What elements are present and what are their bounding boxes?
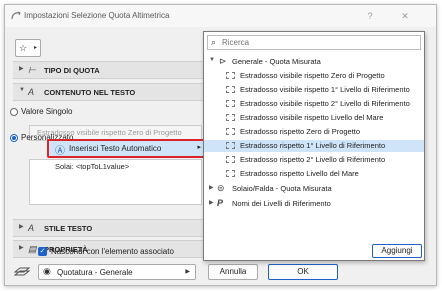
window-title: Impostazioni Selezione Quota Altimetrica (24, 11, 170, 20)
tree-item-label: Estradosso rispetto 2° Livello di Riferi… (240, 155, 386, 164)
tree-item-label: Estradosso visibile rispetto Livello del… (240, 113, 384, 122)
text-content-icon: A (28, 87, 35, 97)
tree-item-label: Estradosso visibile rispetto 2° Livello … (240, 99, 410, 108)
chevron-right-icon: ▶ (209, 185, 214, 191)
tree-item-4[interactable]: Estradosso rispetto Zero di Progetto (204, 126, 424, 138)
text-field-icon (226, 170, 235, 177)
chevron-right-icon: ▶ (19, 224, 24, 230)
tree-item-label: Estradosso rispetto 1° Livello di Riferi… (240, 141, 386, 150)
slab-icon: ⊜ (217, 183, 225, 193)
story-name-icon: P (217, 198, 224, 208)
close-button[interactable]: ✕ (397, 9, 413, 23)
title-bar: Impostazioni Selezione Quota Altimetrica… (5, 5, 436, 27)
chevron-right-icon: ▶ (209, 200, 214, 206)
layer-dropdown[interactable]: ◉ Quotatura - Generale ▶ (38, 264, 196, 280)
tree-item-3[interactable]: Estradosso visibile rispetto Livello del… (204, 112, 424, 124)
layer-icon (14, 267, 30, 276)
tree-group-label: Generale - Quota Misurata (232, 57, 321, 66)
radio-label-valore-singolo: Valore Singolo (21, 107, 73, 116)
tree-item-2[interactable]: Estradosso visibile rispetto 2° Livello … (204, 98, 424, 110)
add-button[interactable]: Aggiungi (372, 244, 422, 258)
auto-text-icon: Ⓐ (55, 146, 65, 157)
tree-item-label: Estradosso rispetto Zero di Progetto (240, 127, 361, 136)
section-tipo-di-quota[interactable]: ▶ ⊢ TIPO DI QUOTA (13, 61, 205, 79)
insert-auto-text-button[interactable]: Ⓐ Inserisci Testo Automatico ▸ (47, 139, 209, 158)
star-icon: ☆ (19, 43, 28, 53)
search-icon: ⌕ (211, 37, 217, 47)
search-input[interactable] (222, 37, 412, 48)
text-field-icon (226, 128, 235, 135)
eye-icon: ◉ (43, 266, 51, 276)
chevron-right-icon: ▸ (197, 144, 201, 151)
auto-text-popup: ⌕ ▼ ⊳ Generale - Quota Misurata Estrados… (203, 31, 425, 261)
tree-item-1[interactable]: Estradosso visibile rispetto 1° Livello … (204, 84, 424, 96)
hide-with-element-checkbox[interactable]: ✓ (38, 247, 47, 256)
hide-with-element-label: Nascondi con l'elemento associato (51, 247, 174, 256)
tree-item-label: Estradosso visibile rispetto Zero di Pro… (240, 71, 385, 80)
section-label: STILE TESTO (44, 224, 93, 233)
section-stile-testo[interactable]: ▶ A STILE TESTO (13, 219, 205, 237)
section-label: CONTENUTO NEL TESTO (44, 88, 136, 97)
text-field-icon (226, 142, 235, 149)
section-label: TIPO DI QUOTA (44, 66, 100, 75)
chevron-down-icon: ▼ (209, 57, 215, 63)
tree-item-label: Estradosso rispetto Livello del Mare (240, 169, 359, 178)
help-button[interactable]: ? (362, 9, 378, 23)
text-field-icon (226, 72, 235, 79)
ok-button[interactable]: OK (268, 264, 338, 280)
tree-item-0[interactable]: Estradosso visibile rispetto Zero di Pro… (204, 70, 424, 82)
custom-text-value: Solai: <topToL1value> (55, 162, 130, 171)
chevron-down-icon: ▼ (19, 87, 25, 93)
radio-personalizzato[interactable] (10, 134, 18, 142)
chevron-right-icon: ▶ (19, 245, 24, 251)
tree-group-generale[interactable]: ▼ ⊳ Generale - Quota Misurata (204, 56, 424, 68)
insert-auto-text-label: Inserisci Testo Automatico (69, 144, 162, 153)
tree-item-5-selected[interactable]: Estradosso rispetto 1° Livello di Riferi… (204, 140, 424, 152)
tree-item-6[interactable]: Estradosso rispetto 2° Livello di Riferi… (204, 154, 424, 166)
level-marker-icon: ⊳ (219, 56, 227, 66)
settings-dialog: Impostazioni Selezione Quota Altimetrica… (4, 4, 437, 286)
cancel-button[interactable]: Annulla (208, 264, 258, 280)
tree-item-label: Estradosso visibile rispetto 1° Livello … (240, 85, 410, 94)
app-icon (11, 11, 21, 20)
text-field-icon (226, 100, 235, 107)
text-field-icon (226, 86, 235, 93)
section-contenuto-nel-testo[interactable]: ▼ A CONTENUTO NEL TESTO (13, 83, 205, 101)
radio-valore-singolo[interactable] (10, 108, 18, 116)
tree-group-label: Solaio/Falda - Quota Misurata (232, 184, 332, 193)
text-style-icon: A (28, 223, 35, 233)
chevron-right-icon: ▶ (19, 66, 24, 72)
favorites-button[interactable]: ☆ ▸ (15, 39, 41, 57)
tree-group-nomi-livelli[interactable]: ▶ P Nomi dei Livelli di Riferimento (204, 198, 424, 210)
chevron-right-icon: ▶ (185, 269, 190, 275)
tree-item-7[interactable]: Estradosso rispetto Livello del Mare (204, 168, 424, 180)
text-field-icon (226, 114, 235, 121)
tree-group-solaio[interactable]: ▶ ⊜ Solaio/Falda - Quota Misurata (204, 183, 424, 195)
search-box[interactable]: ⌕ (207, 35, 421, 50)
text-field-icon (226, 156, 235, 163)
layer-dropdown-label: Quotatura - Generale (57, 268, 133, 277)
tree-group-label: Nomi dei Livelli di Riferimento (232, 199, 331, 208)
chevron-right-icon: ▸ (33, 45, 37, 51)
level-type-icon: ⊢ (28, 65, 36, 75)
